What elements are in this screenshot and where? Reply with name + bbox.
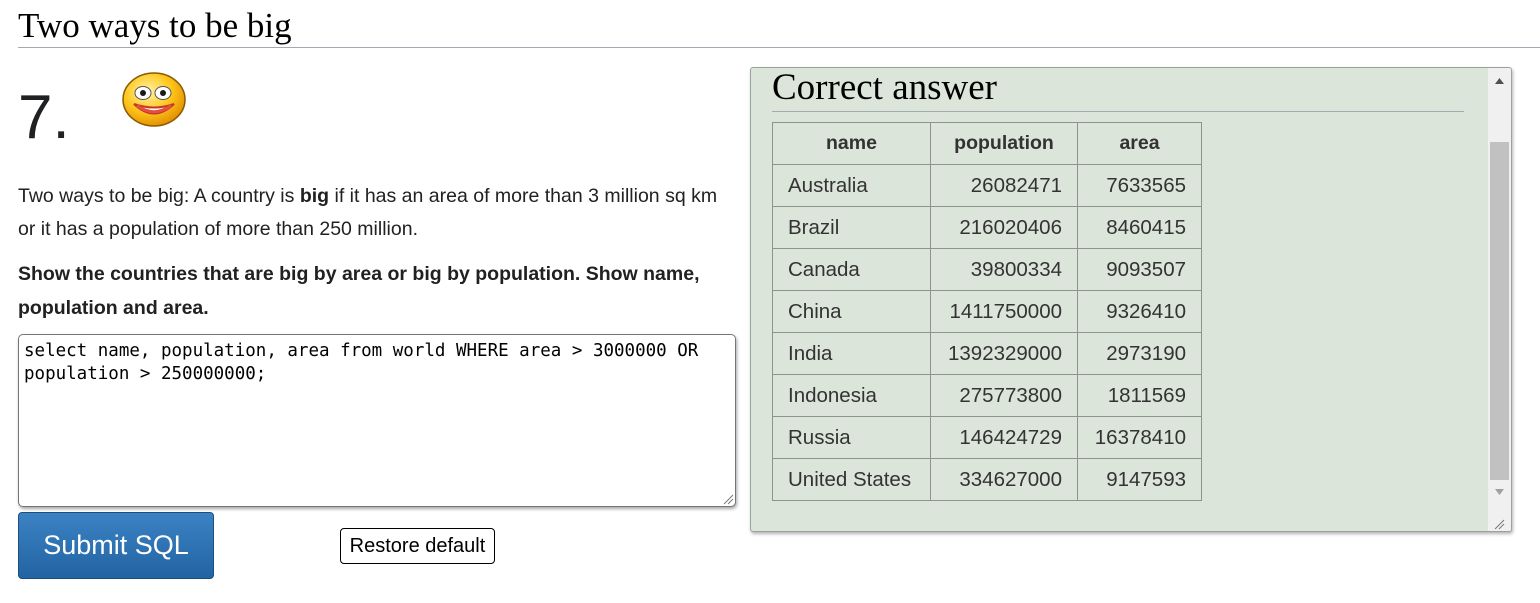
table-row: Australia 26082471 7633565 bbox=[772, 164, 1202, 207]
cell-name: Brazil bbox=[772, 206, 931, 249]
column-header-population: population bbox=[930, 122, 1078, 165]
cell-area: 8460415 bbox=[1077, 206, 1202, 249]
cell-area: 9326410 bbox=[1077, 290, 1202, 333]
table-header-row: name population area bbox=[772, 122, 1202, 165]
panel-resize-grip-icon[interactable] bbox=[1493, 518, 1505, 530]
restore-default-button[interactable]: Restore default bbox=[340, 528, 495, 564]
table-row: China 1411750000 9326410 bbox=[772, 290, 1202, 333]
column-header-name: name bbox=[772, 122, 931, 165]
table-row: Brazil 216020406 8460415 bbox=[772, 206, 1202, 249]
scroll-up-arrow-icon[interactable] bbox=[1488, 68, 1511, 92]
page-title: Two ways to be big bbox=[18, 6, 292, 45]
scroll-thumb[interactable] bbox=[1490, 142, 1509, 480]
cell-name: Australia bbox=[772, 164, 931, 207]
table-row: Russia 146424729 16378410 bbox=[772, 416, 1202, 459]
cell-area: 7633565 bbox=[1077, 164, 1202, 207]
table-row: United States 334627000 9147593 bbox=[772, 458, 1202, 501]
table-row: Indonesia 275773800 1811569 bbox=[772, 374, 1202, 417]
cell-area: 1811569 bbox=[1077, 374, 1202, 417]
resize-grip-icon[interactable] bbox=[722, 493, 734, 505]
cell-population: 216020406 bbox=[930, 206, 1078, 249]
cell-population: 334627000 bbox=[930, 458, 1078, 501]
cell-area: 9093507 bbox=[1077, 248, 1202, 291]
column-header-area: area bbox=[1077, 122, 1202, 165]
cell-population: 1392329000 bbox=[930, 332, 1078, 375]
cell-name: China bbox=[772, 290, 931, 333]
question-number: 7. bbox=[18, 83, 70, 152]
answer-title: Correct answer bbox=[772, 68, 1464, 112]
cell-name: India bbox=[772, 332, 931, 375]
submit-sql-button[interactable]: Submit SQL bbox=[18, 512, 214, 579]
answer-panel: Correct answer name population area Aust… bbox=[750, 67, 1512, 532]
cell-name: Canada bbox=[772, 248, 931, 291]
cell-area: 2973190 bbox=[1077, 332, 1202, 375]
cell-population: 26082471 bbox=[930, 164, 1078, 207]
cell-population: 1411750000 bbox=[930, 290, 1078, 333]
question-intro: Two ways to be big: A country is big if … bbox=[18, 180, 738, 246]
intro-text-start: Two ways to be big: A country is bbox=[18, 185, 300, 207]
cell-name: Russia bbox=[772, 416, 931, 459]
sql-editor[interactable]: select name, population, area from world… bbox=[18, 334, 736, 507]
answer-table: name population area Australia 26082471 … bbox=[772, 122, 1202, 501]
question-task: Show the countries that are big by area … bbox=[18, 263, 700, 319]
answer-scrollbar[interactable] bbox=[1488, 68, 1511, 531]
cell-population: 146424729 bbox=[930, 416, 1078, 459]
cell-area: 16378410 bbox=[1077, 416, 1202, 459]
cell-name: United States bbox=[772, 458, 931, 501]
cell-area: 9147593 bbox=[1077, 458, 1202, 501]
cell-name: Indonesia bbox=[772, 374, 931, 417]
scroll-down-arrow-icon[interactable] bbox=[1488, 480, 1511, 504]
table-row: India 1392329000 2973190 bbox=[772, 332, 1202, 375]
smiley-face-icon bbox=[122, 72, 186, 127]
intro-text-bold: big bbox=[299, 185, 330, 207]
table-row: Canada 39800334 9093507 bbox=[772, 248, 1202, 291]
cell-population: 39800334 bbox=[930, 248, 1078, 291]
page-heading: Two ways to be big bbox=[18, 4, 1540, 48]
cell-population: 275773800 bbox=[930, 374, 1078, 417]
